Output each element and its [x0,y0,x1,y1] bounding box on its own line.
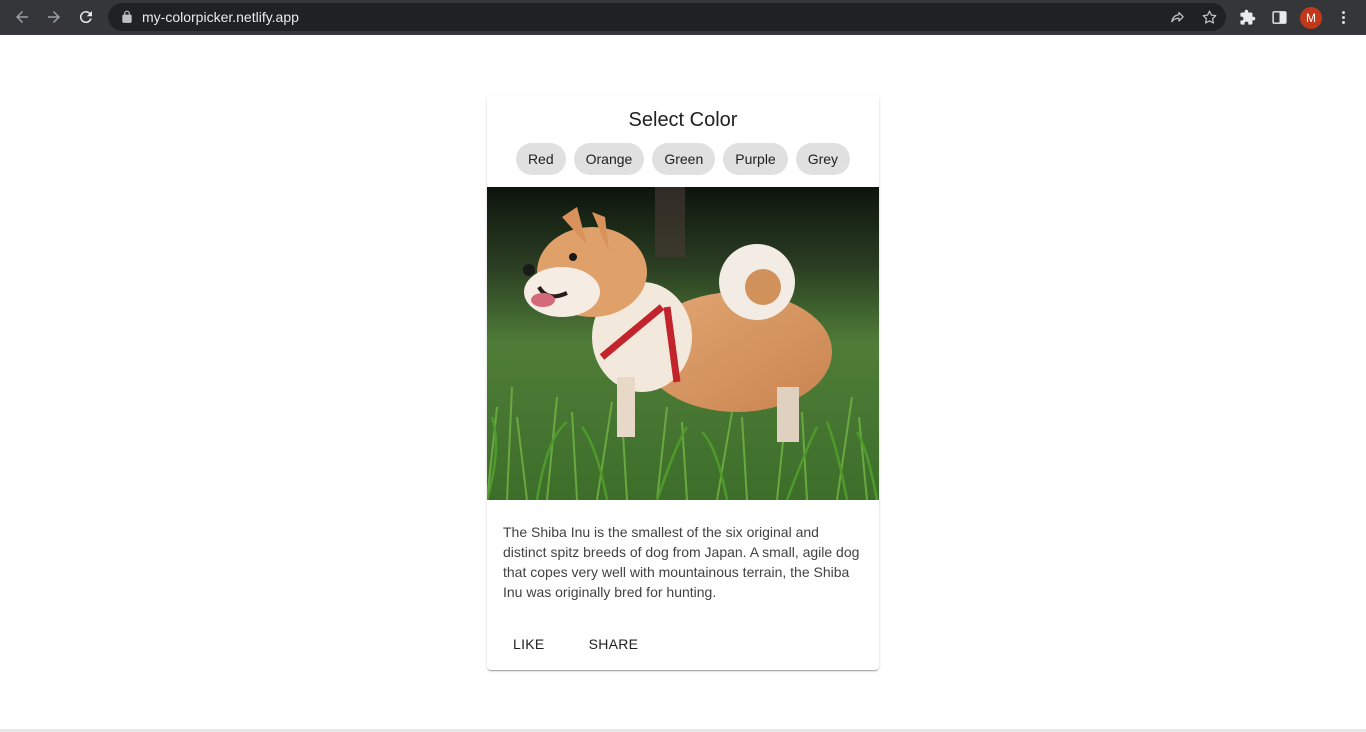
address-bar[interactable]: my-colorpicker.netlify.app [108,3,1226,31]
reload-icon [79,11,92,24]
back-arrow-icon [16,11,28,23]
share-icon[interactable] [1166,6,1188,28]
chip-red[interactable]: Red [515,143,566,175]
extensions-icon[interactable] [1236,7,1258,29]
lock-icon [120,10,134,24]
card-actions: LIKE SHARE [495,626,656,662]
star-icon[interactable] [1198,6,1220,28]
back-button[interactable] [6,1,38,33]
browser-toolbar: my-colorpicker.netlify.app M [0,0,1366,35]
url-text: my-colorpicker.netlify.app [142,9,299,25]
share-button[interactable]: SHARE [571,626,657,662]
chip-purple[interactable]: Purple [723,143,788,175]
card-title: Select Color [628,109,738,131]
kebab-menu-icon[interactable] [1332,7,1354,29]
dog-description: The Shiba Inu is the smallest of the six… [503,524,860,600]
dog-card: Select Color Red Orange Green Purple Gre… [487,95,879,670]
forward-button[interactable] [38,1,70,33]
side-panel-icon[interactable] [1268,7,1290,29]
like-button[interactable]: LIKE [495,626,563,662]
chip-orange[interactable]: Orange [573,143,645,175]
color-chip-group: Red Orange Green Purple Grey [487,143,879,175]
chip-grey[interactable]: Grey [795,143,851,175]
forward-arrow-icon [48,11,60,23]
chip-green[interactable]: Green [652,143,716,175]
dog-photo [487,187,879,500]
reload-button[interactable] [70,1,102,33]
profile-avatar[interactable]: M [1300,6,1322,29]
